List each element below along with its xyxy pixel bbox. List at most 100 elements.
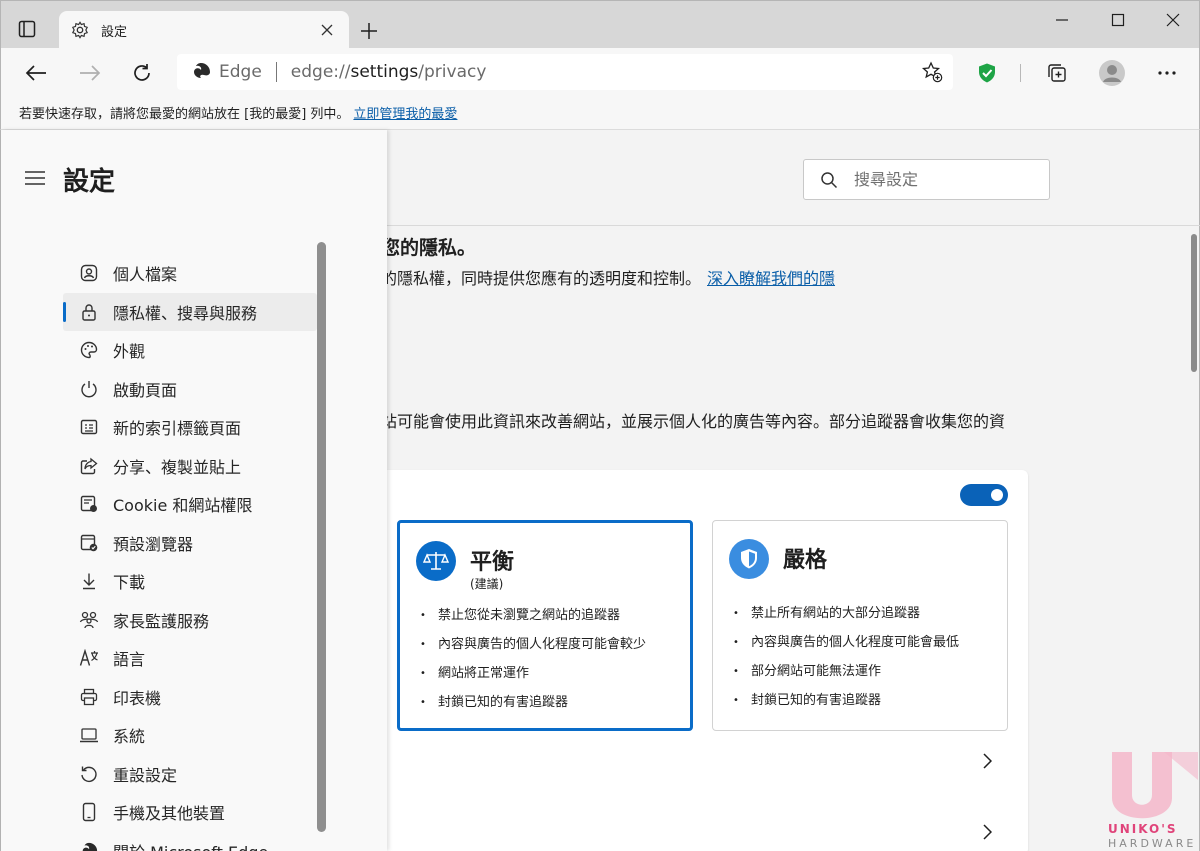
minimize-icon [1056,19,1068,21]
search-box[interactable] [803,159,1050,200]
balanced-option[interactable]: 平衡 (建議) 禁止您從未瀏覽之網站的追蹤器 內容與廣告的個人化程度可能會較少 … [397,520,693,731]
strict-bullets: 禁止所有網站的大部分追蹤器 內容與廣告的個人化程度可能會最低 部分網站可能無法運… [733,599,959,715]
learn-more-link[interactable]: 深入瞭解我們的隱 [707,269,835,288]
list-item: 禁止您從未瀏覽之網站的追蹤器 [420,601,646,630]
sidebar-item-share[interactable]: 分享、複製並貼上 [63,447,317,486]
sidebar-item-label: Cookie 和網站權限 [113,496,253,516]
strict-option[interactable]: 嚴格 禁止所有網站的大部分追蹤器 內容與廣告的個人化程度可能會最低 部分網站可能… [712,520,1008,731]
search-icon [821,171,838,188]
sidebar-item-phone[interactable]: 手機及其他裝置 [63,793,317,832]
list-item: 封鎖已知的有害追蹤器 [420,688,646,717]
more-button[interactable] [1152,58,1182,88]
tab-actions-button[interactable] [9,11,45,47]
strict-title: 嚴格 [783,548,828,573]
list-item: 封鎖已知的有害追蹤器 [733,686,959,715]
list-item: 網站將正常運作 [420,659,646,688]
avatar-icon [1099,60,1125,86]
scale-icon [416,541,456,581]
page-scrollbar[interactable] [1191,234,1197,372]
privacy-description-text: 的隱私權，同時提供您應有的透明度和控制。 [381,269,702,288]
tab-title: 設定 [101,24,128,40]
hamburger-menu-icon[interactable] [23,168,47,188]
address-separator [275,62,277,82]
back-button[interactable] [19,56,53,90]
add-favorite-button[interactable] [921,61,943,83]
tracker-description: 站可能會使用此資訊來改善網站，並展示個人化的廣告等內容。部分追蹤器會收集您的資 [381,412,1006,431]
sidebar-item-label: 手機及其他裝置 [113,804,226,824]
forward-button[interactable] [73,56,107,90]
list-item: 內容與廣告的個人化程度可能會較少 [420,630,646,659]
close-icon [1166,13,1180,27]
tab-actions-icon [18,20,36,38]
arrow-left-icon [25,65,46,81]
browser-toolbar: Edge edge://settings/privacy [0,48,1200,96]
edge-logo-icon [194,63,210,78]
tracking-prevention-toggle[interactable] [960,484,1008,506]
manage-favorites-link[interactable]: 立即管理我的最愛 [353,103,457,122]
url-host: settings [350,62,419,82]
sidebar-item-family[interactable]: 家長監護服務 [63,601,317,640]
new-tab-button[interactable] [353,15,385,47]
sidebar-item-downloads[interactable]: 下載 [63,562,317,601]
sidebar-title: 設定 [63,167,116,197]
sidebar-item-privacy[interactable]: 隱私權、搜尋與服務 [63,292,317,331]
sidebar-item-label: 語言 [113,650,146,670]
sidebar-scrollbar[interactable] [317,242,326,832]
sidebar-item-label: 重設設定 [113,765,178,785]
window-close-button[interactable] [1150,5,1196,35]
tab-settings[interactable]: 設定 [59,11,349,49]
sidebar-item-label: 啟動頁面 [113,380,178,400]
privacy-heading: 您的隱私。 [381,237,477,259]
arrow-right-icon [80,65,101,81]
tab-close-button[interactable] [317,20,337,40]
sidebar-item-label: 個人檔案 [113,265,178,285]
printer-icon [79,687,99,707]
list-item: 部分網站可能無法運作 [733,657,959,686]
balanced-title: 平衡 [470,550,515,575]
profile-button[interactable] [1097,58,1127,88]
sidebar-item-startup[interactable]: 啟動頁面 [63,370,317,409]
collections-icon [1048,64,1066,82]
search-input[interactable] [854,170,1034,189]
family-icon [79,610,99,630]
sidebar-item-label: 印表機 [113,688,162,708]
list-item: 禁止所有網站的大部分追蹤器 [733,599,959,628]
exceptions-chevron[interactable] [977,751,997,771]
sidebar-item-label: 下載 [113,573,146,593]
sidebar-item-label: 新的索引標籤頁面 [113,419,242,439]
chevron-right-icon [983,824,992,840]
sidebar-item-default-browser[interactable]: 預設瀏覽器 [63,524,317,563]
sidebar-item-about[interactable]: 關於 Microsoft Edge [63,832,317,851]
sidebar-item-profiles[interactable]: 個人檔案 [63,254,317,293]
edge-logo-icon [79,841,99,851]
sidebar-item-reset[interactable]: 重設設定 [63,755,317,794]
refresh-icon [134,64,150,81]
tab-strip: 設定 [0,0,1200,49]
default-browser-icon [79,533,99,553]
plus-icon [361,23,377,39]
sidebar-item-printers[interactable]: 印表機 [63,678,317,717]
sidebar-item-languages[interactable]: 語言 [63,639,317,678]
sidebar-item-cookies[interactable]: Cookie 和網站權限 [63,485,317,524]
sidebar-nav: 個人檔案 隱私權、搜尋與服務 外觀 啟動頁面 新的索引標籤頁面 分享、複製並貼上… [63,254,317,851]
minimize-button[interactable] [1039,5,1085,35]
shield-icon [729,539,769,579]
url-prefix: edge:// [290,62,351,82]
phone-icon [79,802,99,822]
toggle-knob [991,489,1003,501]
collections-button[interactable] [1042,58,1072,88]
maximize-button[interactable] [1095,5,1141,35]
sidebar-item-new-tab[interactable]: 新的索引標籤頁面 [63,408,317,447]
blocked-trackers-chevron[interactable] [977,822,997,842]
watermark-brand: UNIKO'S [1108,822,1178,836]
lock-icon [79,302,99,322]
new-tab-page-icon [79,417,99,437]
security-extension-button[interactable] [972,58,1002,88]
sidebar-item-appearance[interactable]: 外觀 [63,331,317,370]
address-bar[interactable]: Edge edge://settings/privacy [177,54,953,90]
sidebar-item-system[interactable]: 系統 [63,716,317,755]
shield-check-icon [979,63,995,83]
refresh-button[interactable] [125,56,159,90]
toolbar-divider [1020,64,1021,82]
sidebar-item-label: 預設瀏覽器 [113,534,194,554]
